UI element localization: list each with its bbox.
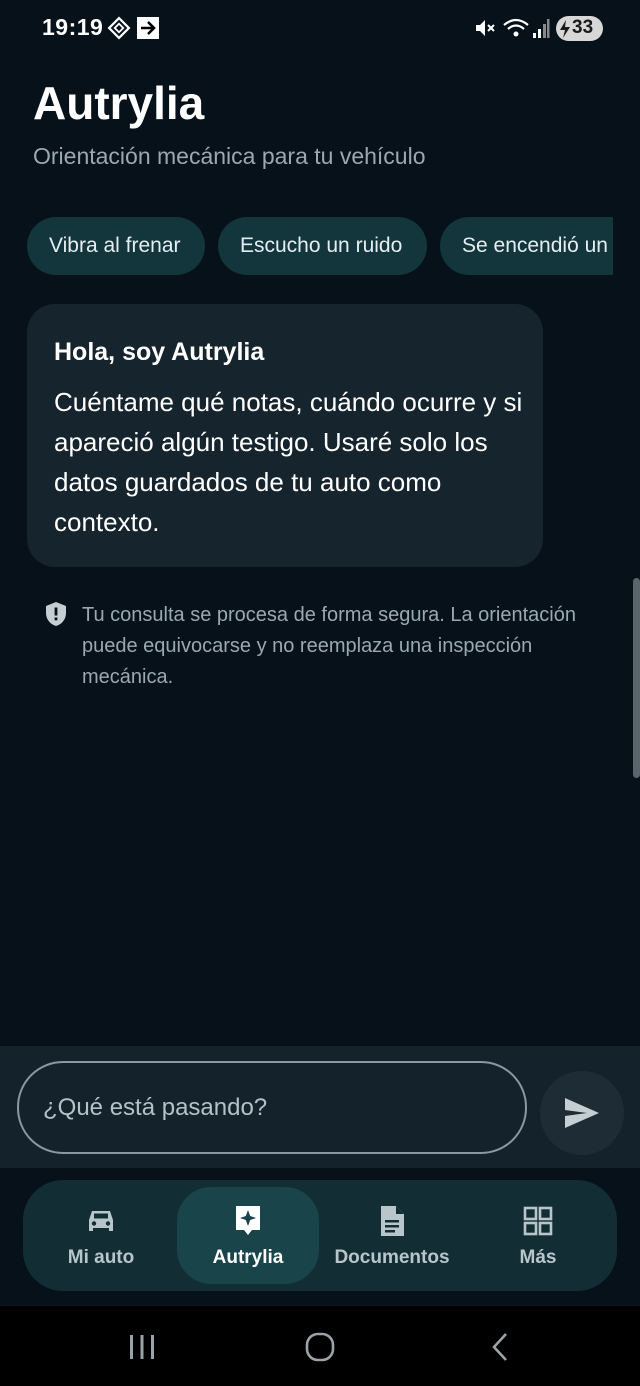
home-icon bbox=[305, 1332, 335, 1362]
greeting-title: Hola, soy Autrylia bbox=[54, 338, 265, 366]
mute-icon bbox=[476, 20, 495, 36]
home-button[interactable] bbox=[260, 1306, 380, 1386]
shield-icon bbox=[46, 602, 66, 626]
suggestion-chips: Vibra al frenar Escucho un ruido Se ence… bbox=[27, 217, 613, 275]
scrollbar[interactable] bbox=[633, 578, 640, 778]
nfc-icon bbox=[107, 16, 131, 40]
chip-escucho-un-ruido[interactable]: Escucho un ruido bbox=[218, 217, 427, 275]
sparkle-icon bbox=[231, 1204, 265, 1238]
system-navigation-bar bbox=[0, 1306, 640, 1386]
nav-label-mas: Más bbox=[519, 1247, 557, 1268]
bottom-navigation: Mi auto Autrylia Documentos Más bbox=[23, 1180, 617, 1291]
page-title: Autrylia bbox=[33, 77, 205, 129]
chip-se-encendio-testigo[interactable]: Se encendió un testigo bbox=[440, 217, 613, 275]
document-icon bbox=[375, 1204, 409, 1238]
nav-label-autrylia: Autrylia bbox=[212, 1247, 284, 1268]
status-time: 19:19 bbox=[42, 14, 104, 40]
status-bar: 19:19 33 bbox=[0, 0, 640, 58]
assistant-greeting-card: Hola, soy Autrylia Cuéntame qué notas, c… bbox=[27, 304, 543, 567]
nav-label-documentos: Documentos bbox=[334, 1247, 450, 1268]
nav-item-mas[interactable]: Más bbox=[467, 1187, 609, 1284]
nav-item-autrylia[interactable]: Autrylia bbox=[177, 1187, 319, 1284]
send-icon bbox=[565, 1098, 599, 1128]
message-input[interactable] bbox=[17, 1061, 527, 1154]
signal-icon bbox=[533, 19, 550, 38]
back-button[interactable] bbox=[440, 1306, 560, 1386]
composer-bar bbox=[0, 1046, 640, 1168]
recent-apps-icon bbox=[130, 1335, 154, 1359]
page-subtitle: Orientación mecánica para tu vehículo bbox=[33, 143, 426, 169]
privacy-notice: Tu consulta se procesa de forma segura. … bbox=[82, 604, 576, 688]
nav-item-mi-auto[interactable]: Mi auto bbox=[30, 1187, 172, 1284]
battery-charging-icon bbox=[560, 20, 570, 38]
cast-icon bbox=[137, 17, 159, 39]
send-button[interactable] bbox=[540, 1071, 624, 1155]
grid-icon bbox=[521, 1204, 555, 1238]
recent-apps-button[interactable] bbox=[82, 1306, 202, 1386]
back-icon bbox=[492, 1333, 507, 1361]
chip-vibra-al-frenar[interactable]: Vibra al frenar bbox=[27, 217, 205, 275]
nav-item-documentos[interactable]: Documentos bbox=[321, 1187, 463, 1284]
car-icon bbox=[84, 1204, 118, 1238]
wifi-icon bbox=[503, 18, 529, 37]
greeting-body: Cuéntame qué notas, cuándo ocurre y si a… bbox=[54, 387, 523, 537]
nav-label-mi-auto: Mi auto bbox=[67, 1247, 135, 1268]
battery-level: 33 bbox=[572, 17, 594, 38]
